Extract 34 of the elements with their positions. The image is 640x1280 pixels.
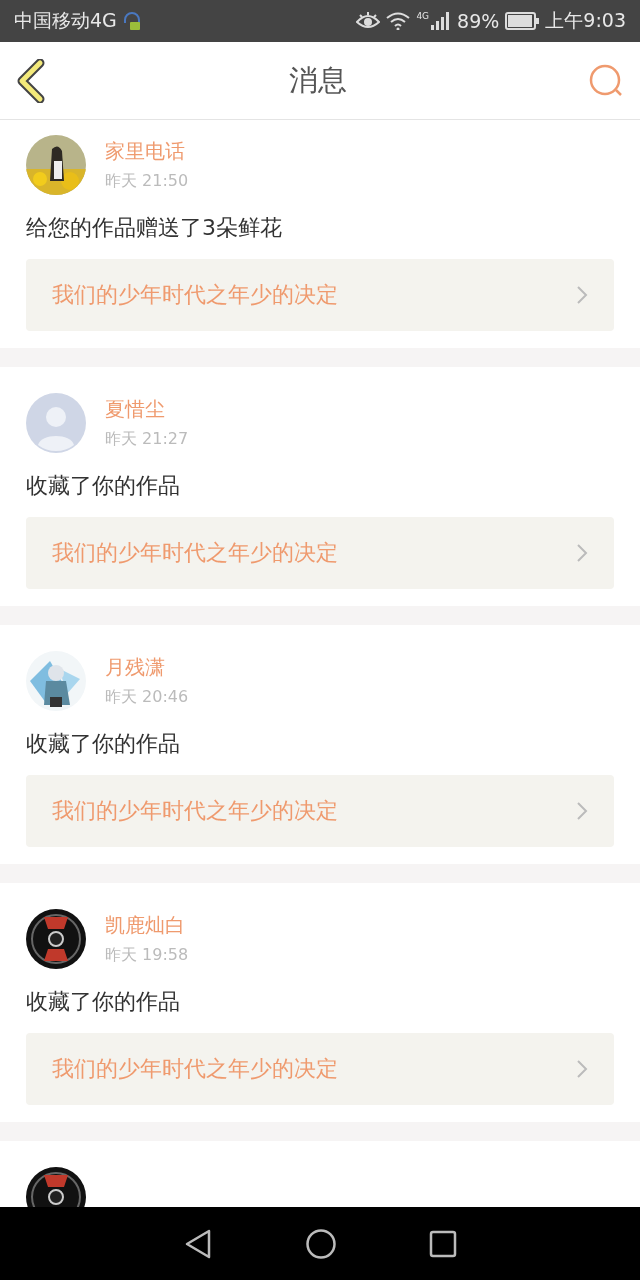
message-text: 收藏了你的作品: [26, 730, 181, 758]
chevron-icon: [576, 285, 588, 305]
battery-percent: 89%: [457, 10, 500, 32]
work-link[interactable]: 我们的少年时代之年少的决定: [26, 775, 614, 847]
clock-time: 上午9:03: [545, 8, 626, 33]
message-text: 收藏了你的作品: [26, 988, 181, 1016]
message-time: 昨天 21:27: [105, 429, 189, 450]
user-name[interactable]: 家里电话: [105, 138, 189, 165]
chevron-icon: [576, 1059, 588, 1079]
network-type: 4G: [416, 11, 430, 21]
wifi-icon: [386, 12, 411, 30]
default-avatar-icon: [26, 393, 86, 453]
message-time: 昨天 20:46: [105, 687, 189, 708]
recents-nav-button[interactable]: [429, 1229, 457, 1258]
work-link[interactable]: 我们的少年时代之年少的决定: [26, 1033, 614, 1105]
work-link[interactable]: 我们的少年时代之年少的决定: [26, 259, 614, 331]
back-nav-button[interactable]: [183, 1227, 213, 1260]
signal-icon: [431, 12, 452, 30]
message-text: 收藏了你的作品: [26, 472, 181, 500]
headset-icon: [122, 11, 141, 31]
carrier-name: 中国移动4G: [14, 8, 117, 33]
message-time: 昨天 19:58: [105, 945, 189, 966]
chevron-icon: [576, 801, 588, 821]
battery-icon: [505, 12, 540, 30]
user-name[interactable]: 夏惜尘: [105, 396, 189, 423]
work-link[interactable]: 我们的少年时代之年少的决定: [26, 517, 614, 589]
page-title: 消息: [289, 61, 347, 99]
eye-icon: [356, 12, 381, 30]
message-text: 给您的作品赠送了3朵鲜花: [26, 214, 283, 242]
user-name[interactable]: 凯鹿灿白: [105, 912, 189, 939]
home-nav-button[interactable]: [305, 1227, 337, 1260]
chevron-icon: [576, 543, 588, 563]
message-time: 昨天 21:50: [105, 171, 189, 192]
user-name[interactable]: 月残潇: [105, 654, 189, 681]
